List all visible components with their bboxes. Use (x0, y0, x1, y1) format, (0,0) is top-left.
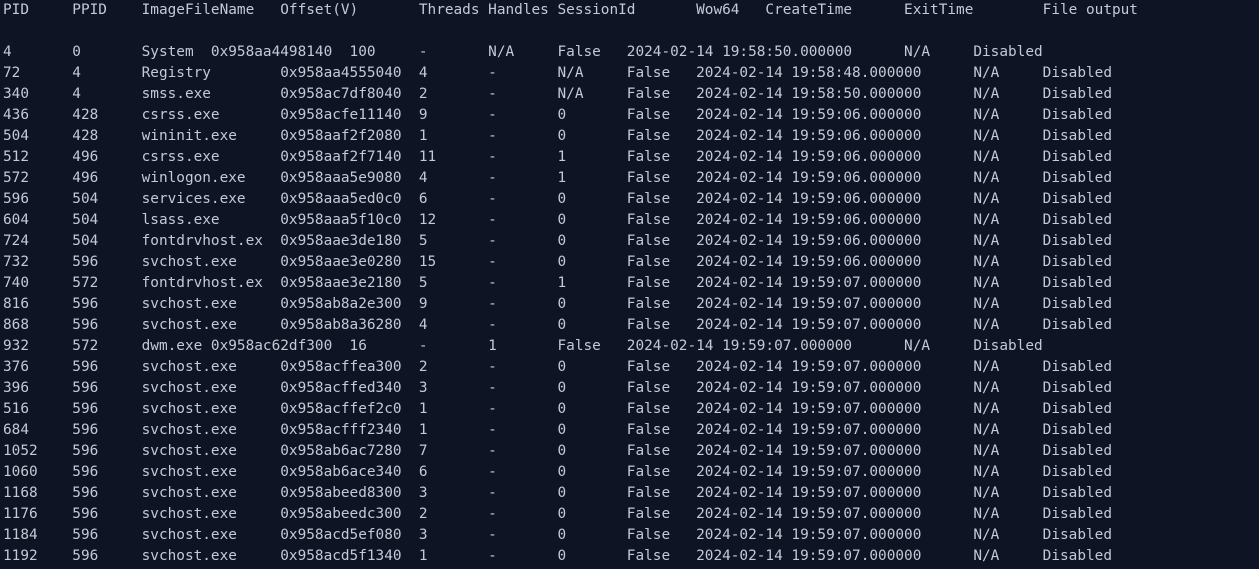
table-row: 684 596 svchost.exe 0x958acfff2340 1 - 0… (3, 422, 1112, 438)
table-row: 1060 596 svchost.exe 0x958ab6ace340 6 - … (3, 464, 1112, 480)
table-row: 4 0 System 0x958aa4498140 100 - N/A Fals… (3, 44, 1043, 60)
table-row: 1052 596 svchost.exe 0x958ab6ac7280 7 - … (3, 443, 1112, 459)
table-row: 376 596 svchost.exe 0x958acffea300 2 - 0… (3, 359, 1112, 375)
table-row: 604 504 lsass.exe 0x958aaa5f10c0 12 - 0 … (3, 212, 1112, 228)
table-row: 932 572 dwm.exe 0x958ac62df300 16 - 1 Fa… (3, 338, 1043, 354)
table-row: 732 596 svchost.exe 0x958aae3e0280 15 - … (3, 254, 1112, 270)
terminal-output[interactable]: PID PPID ImageFileName Offset(V) Threads… (0, 0, 1259, 569)
table-row: 396 596 svchost.exe 0x958acffed340 3 - 0… (3, 380, 1112, 396)
table-row: 740 572 fontdrvhost.ex 0x958aae3e2180 5 … (3, 275, 1112, 291)
table-row: 596 504 services.exe 0x958aaa5ed0c0 6 - … (3, 191, 1112, 207)
table-row: 504 428 wininit.exe 0x958aaf2f2080 1 - 0… (3, 128, 1112, 144)
table-row: 340 4 smss.exe 0x958ac7df8040 2 - N/A Fa… (3, 86, 1112, 102)
table-row: 1184 596 svchost.exe 0x958acd5ef080 3 - … (3, 527, 1112, 543)
table-row: 1168 596 svchost.exe 0x958abeed8300 3 - … (3, 485, 1112, 501)
table-row: 512 496 csrss.exe 0x958aaf2f7140 11 - 1 … (3, 149, 1112, 165)
table-row: 1192 596 svchost.exe 0x958acd5f1340 1 - … (3, 548, 1112, 564)
table-row: 72 4 Registry 0x958aa4555040 4 - N/A Fal… (3, 65, 1112, 81)
table-row: 572 496 winlogon.exe 0x958aaa5e9080 4 - … (3, 170, 1112, 186)
table-row: 516 596 svchost.exe 0x958acffef2c0 1 - 0… (3, 401, 1112, 417)
table-header: PID PPID ImageFileName Offset(V) Threads… (3, 2, 1138, 18)
table-row: 1176 596 svchost.exe 0x958abeedc300 2 - … (3, 506, 1112, 522)
table-row: 816 596 svchost.exe 0x958ab8a2e300 9 - 0… (3, 296, 1112, 312)
table-row: 724 504 fontdrvhost.ex 0x958aae3de180 5 … (3, 233, 1112, 249)
table-row: 436 428 csrss.exe 0x958acfe11140 9 - 0 F… (3, 107, 1112, 123)
table-row: 868 596 svchost.exe 0x958ab8a36280 4 - 0… (3, 317, 1112, 333)
